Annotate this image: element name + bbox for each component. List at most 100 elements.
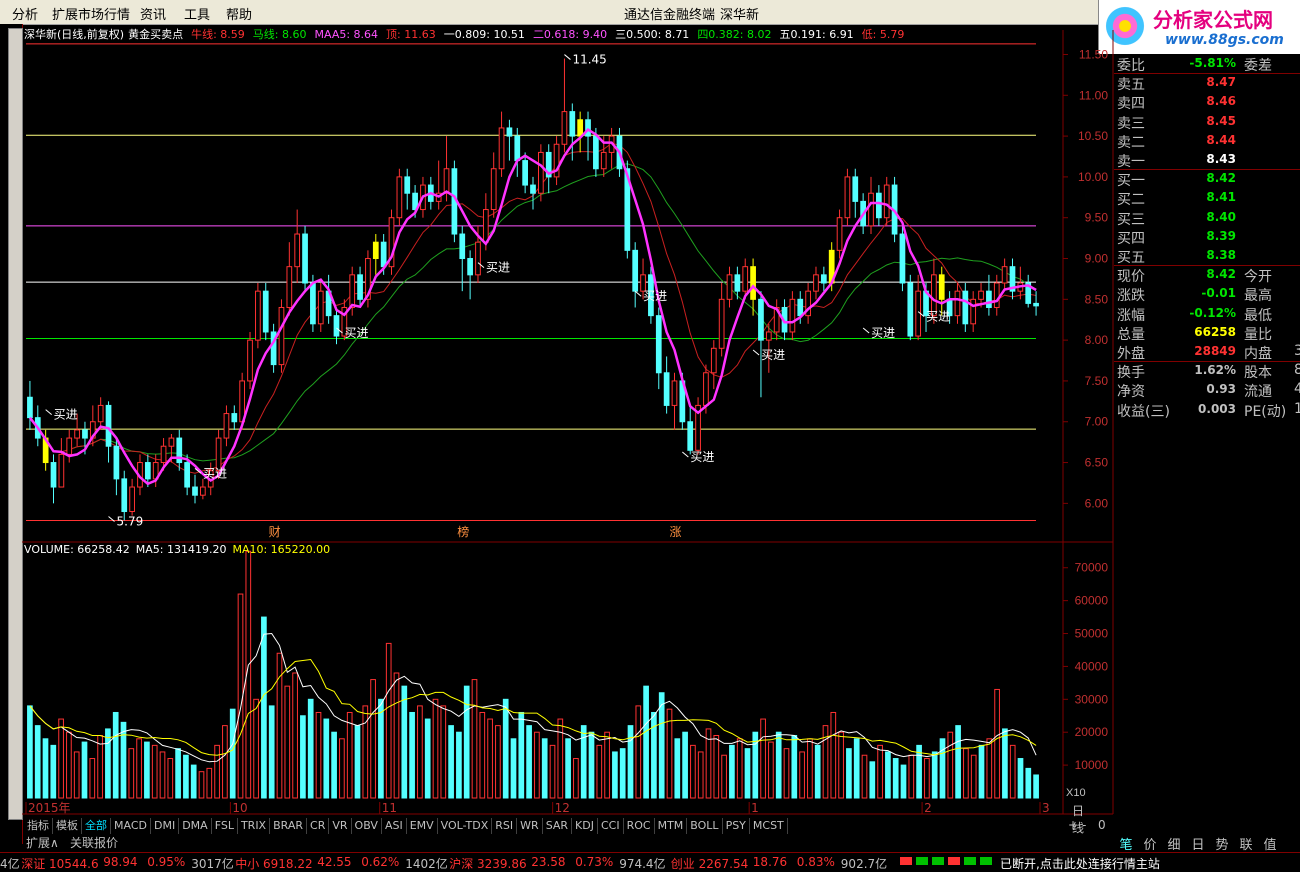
volume-bar[interactable] [847, 749, 852, 798]
right-tab-button[interactable]: 联 [1234, 834, 1258, 853]
candle[interactable] [460, 234, 465, 258]
volume-bar[interactable] [121, 722, 126, 798]
candle[interactable] [594, 136, 599, 169]
indicator-tab-指标[interactable]: 指标 [24, 818, 53, 834]
volume-bar[interactable] [464, 686, 469, 798]
zoom-plus-button[interactable]: + [1068, 818, 1078, 832]
candle[interactable] [531, 185, 536, 193]
volume-bar[interactable] [722, 755, 727, 798]
volume-bar[interactable] [238, 594, 243, 798]
candle[interactable] [145, 463, 150, 479]
menu-item-market[interactable]: 扩展市场行情 [52, 4, 130, 23]
volume-bar[interactable] [691, 745, 696, 798]
indicator-tab-asi[interactable]: ASI [382, 818, 407, 834]
candle[interactable] [169, 438, 174, 446]
indicator-tab-vr[interactable]: VR [329, 818, 351, 834]
volume-bar[interactable] [839, 732, 844, 798]
volume-bar[interactable] [332, 732, 337, 798]
volume-bar[interactable] [152, 745, 157, 798]
candle[interactable] [287, 267, 292, 308]
candle[interactable] [586, 120, 591, 136]
volume-bar[interactable] [402, 686, 407, 798]
candle[interactable] [979, 291, 984, 299]
candle[interactable] [656, 316, 661, 373]
volume-bar[interactable] [176, 749, 181, 798]
volume-bar[interactable] [971, 755, 976, 798]
indicator-tab-cci[interactable]: CCI [598, 818, 624, 834]
volume-bar[interactable] [480, 712, 485, 798]
indicator-tab-cr[interactable]: CR [307, 818, 329, 834]
volume-bar[interactable] [987, 739, 992, 798]
candle[interactable] [570, 112, 575, 136]
volume-bar[interactable] [948, 732, 953, 798]
candle[interactable] [67, 438, 72, 454]
volume-bar[interactable] [659, 693, 664, 798]
volume-bar[interactable] [800, 752, 805, 798]
candle[interactable] [994, 283, 999, 307]
volume-bar[interactable] [956, 726, 961, 798]
volume-bar[interactable] [74, 752, 79, 798]
event-marker[interactable]: 财 [269, 525, 281, 539]
volume-bar[interactable] [67, 732, 72, 798]
volume-bar[interactable] [652, 712, 657, 798]
candle[interactable] [688, 422, 693, 451]
candle[interactable] [908, 283, 913, 336]
volume-bar[interactable] [215, 745, 220, 798]
indicator-tab-psy[interactable]: PSY [723, 818, 750, 834]
indicator-tab-brar[interactable]: BRAR [270, 818, 307, 834]
candle[interactable] [51, 463, 56, 487]
candle[interactable] [987, 291, 992, 307]
volume-bar[interactable] [628, 726, 633, 798]
candle[interactable] [1034, 303, 1039, 305]
volume-bar[interactable] [511, 739, 516, 798]
volume-bar[interactable] [129, 749, 134, 798]
right-tab-button[interactable]: 细 [1162, 834, 1186, 853]
volume-bar[interactable] [496, 726, 501, 798]
candle[interactable] [334, 316, 339, 336]
candle[interactable] [578, 120, 583, 136]
volume-bar[interactable] [98, 736, 103, 799]
indicator-tab-macd[interactable]: MACD [111, 818, 151, 834]
volume-bar[interactable] [667, 709, 672, 798]
indicator-tab-dmi[interactable]: DMI [151, 818, 179, 834]
candle[interactable] [900, 234, 905, 283]
candle[interactable] [122, 479, 127, 512]
volume-bar[interactable] [519, 712, 524, 798]
candle[interactable] [711, 348, 716, 372]
right-tab-button[interactable]: 势 [1210, 834, 1234, 853]
candle[interactable] [381, 242, 386, 266]
related-quote-button[interactable]: 关联报价 [70, 834, 118, 851]
candle[interactable] [161, 446, 166, 462]
indicator-tab-emv[interactable]: EMV [407, 818, 438, 834]
candle[interactable] [232, 414, 237, 422]
volume-bar[interactable] [893, 759, 898, 798]
candle[interactable] [798, 299, 803, 315]
volume-bar[interactable] [394, 673, 399, 798]
candle[interactable] [185, 463, 190, 487]
candle[interactable] [562, 112, 567, 145]
candle[interactable] [248, 340, 253, 381]
volume-bar[interactable] [574, 759, 579, 798]
volume-bar[interactable] [566, 739, 571, 798]
candle[interactable] [523, 161, 528, 185]
volume-bar[interactable] [457, 732, 462, 798]
candle[interactable] [853, 177, 858, 201]
volume-bar[interactable] [449, 726, 454, 798]
volume-bar[interactable] [35, 726, 40, 798]
volume-bar[interactable] [28, 706, 33, 798]
volume-bar[interactable] [761, 719, 766, 798]
volume-bar[interactable] [979, 745, 984, 798]
indicator-tab-sar[interactable]: SAR [543, 818, 572, 834]
indicator-tab-obv[interactable]: OBV [352, 818, 382, 834]
volume-bar[interactable] [137, 739, 142, 798]
candle[interactable] [193, 487, 198, 495]
candle[interactable] [373, 242, 378, 258]
volume-bar[interactable] [324, 719, 329, 798]
volume-bar[interactable] [535, 732, 540, 798]
volume-bar[interactable] [698, 752, 703, 798]
candle[interactable] [759, 299, 764, 340]
candle[interactable] [869, 193, 874, 226]
candle[interactable] [664, 373, 669, 406]
volume-bar[interactable] [1010, 745, 1015, 798]
volume-bar[interactable] [870, 762, 875, 798]
